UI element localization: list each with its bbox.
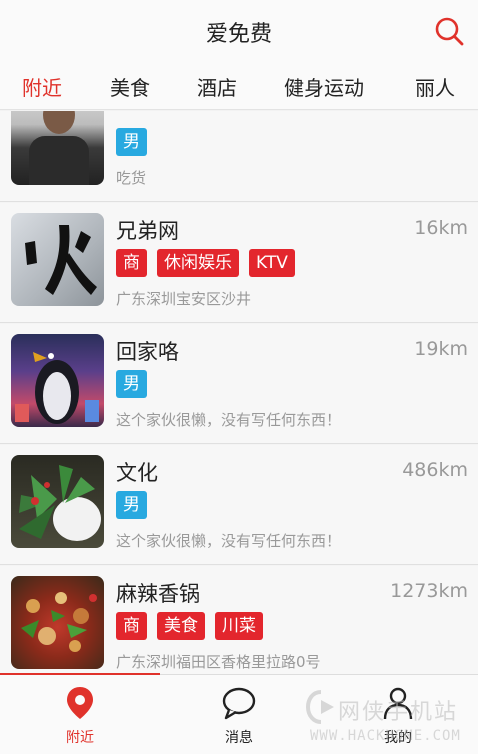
- gender-tag: 男: [116, 370, 147, 398]
- item-name: 文化: [116, 461, 158, 485]
- gender-tag: 男: [116, 128, 147, 156]
- tab-food[interactable]: 美食: [110, 72, 150, 101]
- tab-hotel[interactable]: 酒店: [197, 72, 237, 101]
- item-thumbnail: [11, 213, 104, 306]
- item-tags: 男: [116, 491, 147, 519]
- app-header: 爱免费: [0, 0, 478, 62]
- tab-beauty[interactable]: 丽人: [415, 72, 455, 101]
- item-tags: 商 休闲娱乐 KTV: [116, 249, 295, 277]
- bottom-tab-messages[interactable]: 消息: [159, 675, 319, 754]
- item-address: 广东深圳宝安区沙井: [116, 290, 252, 308]
- item-name: 兄弟网: [116, 219, 179, 243]
- bottom-tab-profile[interactable]: 我的: [318, 675, 478, 754]
- item-distance: 19km: [414, 338, 468, 360]
- shop-tag: 商: [116, 612, 147, 640]
- item-name: 回家咯: [116, 340, 179, 364]
- list-item[interactable]: 男 吃货: [0, 111, 478, 202]
- location-pin-icon: [67, 687, 93, 719]
- item-distance: 1273km: [390, 580, 468, 602]
- category-tag: 休闲娱乐: [157, 249, 239, 277]
- list-item[interactable]: 兄弟网 16km 商 休闲娱乐 KTV 广东深圳宝安区沙井: [0, 203, 478, 323]
- app-title: 爱免费: [205, 22, 272, 47]
- bottom-tab-label: 消息: [225, 730, 253, 746]
- item-thumbnail: [11, 455, 104, 548]
- bottom-tab-label: 我的: [384, 730, 412, 746]
- bottom-tab-nearby[interactable]: 附近: [0, 675, 160, 754]
- item-thumbnail: [11, 576, 104, 669]
- list-item[interactable]: 文化 486km 男 这个家伙很懒，没有写任何东西！: [0, 445, 478, 565]
- item-thumbnail: [11, 334, 104, 427]
- category-tag: 川菜: [215, 612, 263, 640]
- list-item[interactable]: 麻辣香锅 1273km 商 美食 川菜 广东深圳福田区香格里拉路0号: [0, 566, 478, 674]
- nearby-list: 男 吃货 兄弟网 16km 商 休闲娱乐 KTV 广东深圳宝安区沙井 回家咯 1…: [0, 111, 478, 674]
- tab-nearby[interactable]: 附近: [22, 72, 62, 101]
- item-name: 麻辣香锅: [116, 582, 200, 606]
- item-address: 广东深圳福田区香格里拉路0号: [116, 653, 321, 671]
- item-description: 这个家伙很懒，没有写任何东西！: [116, 411, 342, 429]
- category-tag: 美食: [157, 612, 205, 640]
- shop-tag: 商: [116, 249, 147, 277]
- gender-tag: 男: [116, 491, 147, 519]
- person-icon: [383, 687, 413, 720]
- item-tags: 商 美食 川菜: [116, 612, 263, 640]
- bottom-nav: 附近 消息 我的: [0, 673, 478, 754]
- item-tags: 男: [116, 370, 147, 398]
- bottom-tab-label: 附近: [66, 730, 94, 746]
- item-description: 这个家伙很懒，没有写任何东西！: [116, 532, 342, 550]
- category-tabs: 附近 美食 酒店 健身运动 丽人: [0, 62, 478, 110]
- item-distance: 16km: [414, 217, 468, 239]
- tab-fitness[interactable]: 健身运动: [284, 72, 364, 101]
- item-tags: 男: [116, 128, 147, 156]
- chat-bubble-icon: [222, 687, 256, 720]
- category-tag: KTV: [249, 249, 295, 277]
- item-description: 吃货: [116, 169, 147, 187]
- list-item[interactable]: 回家咯 19km 男 这个家伙很懒，没有写任何东西！: [0, 324, 478, 444]
- search-icon[interactable]: [434, 16, 464, 46]
- item-thumbnail: [11, 111, 104, 185]
- item-distance: 486km: [402, 459, 468, 481]
